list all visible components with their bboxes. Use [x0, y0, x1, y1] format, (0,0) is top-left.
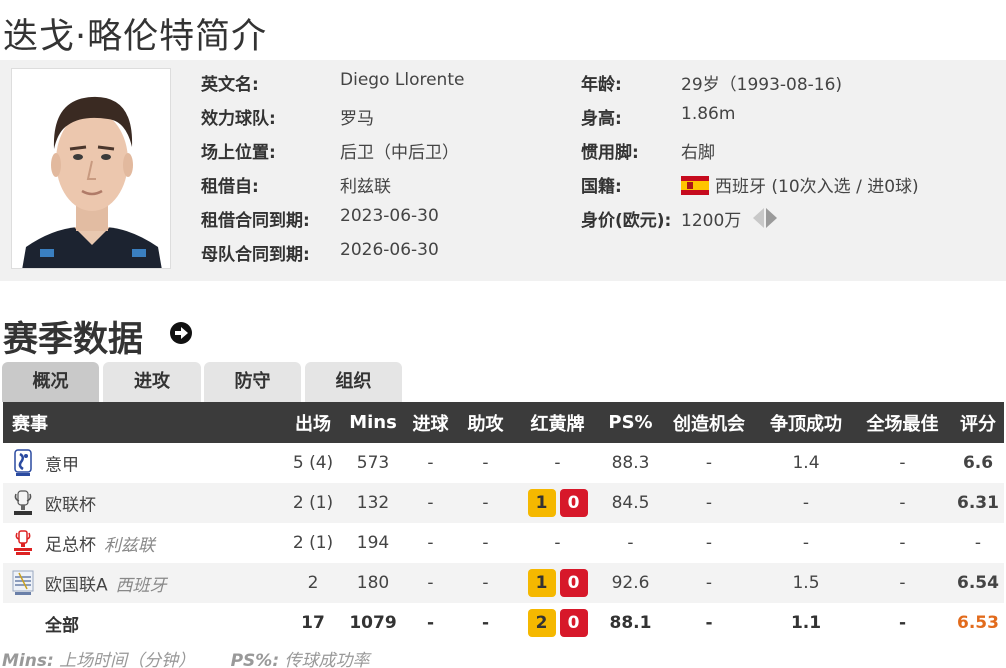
height-label: 身高:	[581, 109, 622, 129]
cards-cell: 20	[513, 603, 602, 643]
position-value: 后卫（中后卫）	[340, 143, 459, 163]
tab-overview[interactable]: 概况	[2, 362, 99, 402]
arrow-right-circle-icon[interactable]	[170, 322, 192, 344]
competition-cell[interactable]: 足总杯 利兹联	[3, 523, 283, 563]
loan-expiry-label: 租借合同到期:	[201, 211, 310, 231]
header-rating[interactable]: 评分	[952, 402, 1004, 443]
yellow-card-count: 1	[527, 489, 556, 517]
header-competition[interactable]: 赛事	[3, 402, 283, 443]
nations-league-logo-icon	[12, 570, 34, 595]
header-goals[interactable]: 进球	[403, 402, 458, 443]
header-pass-pct[interactable]: PS%	[602, 402, 659, 443]
nationality-value[interactable]: 西班牙 (10次入选 / 进0球)	[715, 177, 919, 197]
table-footnote: Mins: 上场时间（分钟） PS%: 传球成功率	[2, 646, 370, 668]
foot-label: 惯用脚:	[581, 143, 639, 163]
value-trend-icon[interactable]	[753, 208, 778, 233]
serie-a-logo-icon	[14, 449, 32, 476]
rating-value: -	[974, 533, 982, 553]
header-aerials[interactable]: 争顶成功	[759, 402, 853, 443]
age-label: 年龄:	[581, 75, 622, 95]
team-name: 利兹联	[104, 535, 155, 556]
rating-value: 6.53	[957, 613, 999, 633]
team-name: 西班牙	[115, 575, 167, 596]
market-value: 1200万	[681, 211, 742, 231]
team-value[interactable]: 罗马	[340, 104, 374, 129]
competition-cell[interactable]: 欧联杯	[3, 483, 283, 523]
table-row: 欧国联A 西班牙 2 180 - - 10 92.6 - 1.5 - 6.54	[3, 563, 1004, 603]
player-photo	[11, 68, 171, 269]
header-motm[interactable]: 全场最佳	[853, 402, 952, 443]
red-card-count: 0	[559, 569, 588, 597]
market-value-wrap: 1200万	[681, 206, 778, 233]
season-stats-title: 赛季数据	[3, 320, 144, 360]
parent-contract-value: 2026-06-30	[340, 240, 439, 260]
nationality-label: 国籍:	[581, 177, 622, 197]
tab-attack[interactable]: 进攻	[103, 362, 201, 402]
mins-desc: 上场时间（分钟）	[59, 651, 196, 668]
mins-key: Mins:	[2, 651, 54, 668]
player-profile-panel: 英文名: Diego Llorente 效力球队: 罗马 场上位置: 后卫（中后…	[0, 60, 1006, 281]
yellow-card-count: 1	[527, 569, 556, 597]
competition-cell[interactable]: 意甲	[3, 443, 283, 483]
table-header-row: 赛事 出场 Mins 进球 助攻 红黄牌 PS% 创造机会 争顶成功 全场最佳 …	[3, 402, 1004, 443]
season-stats-table: 赛事 出场 Mins 进球 助攻 红黄牌 PS% 创造机会 争顶成功 全场最佳 …	[3, 402, 1004, 643]
table-row: 足总杯 利兹联 2 (1) 194 - - - - - - - -	[3, 523, 1004, 563]
position-label: 场上位置:	[201, 143, 276, 163]
ps-key: PS%:	[230, 651, 280, 668]
fa-cup-logo-icon	[14, 530, 32, 555]
team-label: 效力球队:	[201, 109, 276, 129]
total-label: 全部	[45, 615, 79, 636]
rating-value: 6.6	[962, 453, 994, 473]
loan-from-label: 租借自:	[201, 177, 259, 197]
english-name-value: Diego Llorente	[340, 70, 465, 90]
nationality-value-wrap: 西班牙 (10次入选 / 进0球)	[681, 172, 919, 197]
foot-value: 右脚	[681, 143, 715, 163]
loan-expiry-value: 2023-06-30	[340, 206, 439, 226]
cards-cell: 10	[513, 563, 602, 603]
parent-contract-label: 母队合同到期:	[201, 245, 310, 265]
height-value: 1.86m	[681, 104, 736, 124]
spain-flag-icon	[681, 176, 709, 195]
europa-league-logo-icon	[14, 490, 32, 515]
header-cards[interactable]: 红黄牌	[513, 402, 602, 443]
tab-passing[interactable]: 组织	[305, 362, 402, 402]
header-apps[interactable]: 出场	[283, 402, 343, 443]
ps-desc: 传球成功率	[284, 651, 370, 668]
loan-from-value[interactable]: 利兹联	[340, 172, 391, 197]
rating-value: 6.31	[952, 483, 1004, 523]
competition-cell[interactable]: 欧国联A 西班牙	[3, 563, 283, 603]
page-title: 迭戈·略伦特简介	[3, 17, 268, 57]
header-key-passes[interactable]: 创造机会	[659, 402, 759, 443]
rating-value: 6.54	[952, 563, 1004, 603]
table-total-row: 全部 17 1079 - - 20 88.1 - 1.1 - 6.53	[3, 603, 1004, 643]
red-card-count: 0	[559, 489, 588, 517]
age-value: 29岁（1993-08-16)	[681, 75, 843, 95]
header-assists[interactable]: 助攻	[458, 402, 513, 443]
header-mins[interactable]: Mins	[343, 402, 403, 443]
market-value-label: 身价(欧元):	[581, 211, 672, 231]
tab-defense[interactable]: 防守	[204, 362, 301, 402]
cards-cell: 10	[513, 483, 602, 523]
table-row: 意甲 5 (4) 573 - - - 88.3 - 1.4 - 6.6	[3, 443, 1004, 483]
yellow-card-count: 2	[527, 609, 556, 637]
table-row: 欧联杯 2 (1) 132 - - 10 84.5 - - - 6.31	[3, 483, 1004, 523]
english-name-label: 英文名:	[201, 75, 259, 95]
red-card-count: 0	[559, 609, 588, 637]
